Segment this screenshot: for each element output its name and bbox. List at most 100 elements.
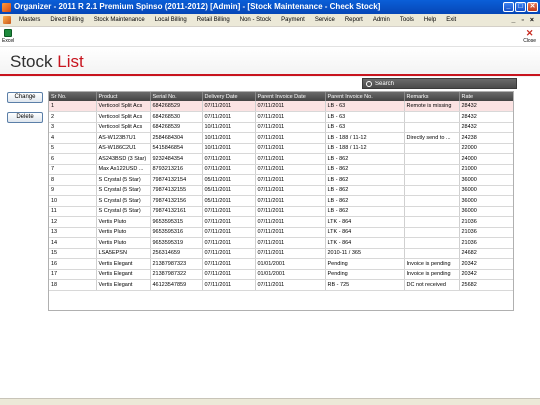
table-row[interactable]: 16 Vertis Elegant 21387987323 07/11/2011 01/… (49, 258, 513, 270)
table-cell (404, 111, 460, 123)
table-cell: 05/11/2011 (202, 195, 256, 207)
close-window-icon[interactable]: ✕ (527, 2, 538, 12)
table-cell: LSA5EPSN (96, 248, 151, 259)
column-header[interactable]: Parent Invoice No. (325, 92, 405, 101)
table-row[interactable]: 10 S Crystal (5 Star) 79874132156 05/11/201… (49, 195, 513, 207)
column-header[interactable]: Product (96, 92, 151, 101)
menu-admin[interactable]: Admin (368, 17, 395, 23)
menu-non-stock[interactable]: Non - Stock (235, 17, 276, 23)
table-cell: 1 (49, 101, 97, 112)
maximize-icon[interactable]: □ (515, 2, 526, 12)
table-cell: 2010-11 / 365 (325, 248, 405, 259)
table-cell: 05/11/2011 (202, 174, 256, 186)
menu-tools[interactable]: Tools (395, 17, 419, 23)
table-row[interactable]: 6 AS243BSD (3 Star) 9232484354 07/11/2011 07… (49, 153, 513, 165)
table-cell: LB - 188 / 11-12 (325, 132, 405, 144)
change-button[interactable]: Change (7, 92, 43, 103)
table-cell: Max As122USD ... (96, 164, 151, 175)
mdi-restore-icon[interactable]: ▫ (521, 17, 523, 24)
table-cell: LB - 862 (325, 174, 405, 186)
table-cell: 256314659 (150, 248, 203, 259)
table-row[interactable]: 14 Vertis Pluto 9653595319 07/11/2011 07/11/… (49, 237, 513, 249)
table-cell: LB - 63 (325, 122, 405, 133)
table-row[interactable]: 9S Crystal (5 Star) 79874132155 05/11/2011… (49, 185, 513, 196)
table-cell: 4 (49, 132, 97, 144)
table-cell: Vertis Pluto (96, 227, 151, 238)
table-row[interactable]: 15 LSA5EPSN 256314659 07/11/2011 07/11/2011 2… (49, 248, 513, 259)
table-cell: LB - 862 (325, 206, 405, 217)
table-cell (404, 248, 460, 259)
menu-direct-billing[interactable]: Direct Billing (45, 17, 88, 23)
table-row[interactable]: 17 Vertis Elegant 21387987322 07/11/2011 01/… (49, 269, 513, 280)
table-cell: 21036 (459, 216, 513, 228)
column-header[interactable]: Remarks (404, 92, 460, 101)
mdi-minimize-icon[interactable]: _ (512, 17, 516, 24)
table-row[interactable]: 12 Vertis Pluto 9653595315 07/11/2011 07/11/… (49, 216, 513, 228)
table-row[interactable]: 13 Vertis Pluto 9653595316 07/11/2011 07/11/… (49, 227, 513, 238)
table-cell (404, 206, 460, 217)
table-row[interactable]: 18 Vertis Elegant 46123547859 07/11/2011 07/… (49, 279, 513, 291)
mdi-close-icon[interactable]: × (530, 17, 534, 24)
table-cell: Verticool Split Acs (96, 101, 151, 112)
table-cell: 21036 (459, 237, 513, 249)
table-row[interactable]: 3 Verticool Split Acs 684268539 10/11/2011 0… (49, 122, 513, 133)
table-cell: 07/11/2011 (202, 153, 256, 165)
menu-local-billing[interactable]: Local Billing (150, 17, 192, 23)
minimize-icon[interactable]: _ (503, 2, 514, 12)
table-cell: 01/01/2001 (255, 258, 326, 270)
column-header[interactable]: Sr No. (49, 92, 97, 101)
table-row[interactable]: 2 Verticool Split Acs 684268530 07/11/2011 0… (49, 111, 513, 123)
table-row[interactable]: 11 S Crystal (5 Star) 79874132161 07/11/201… (49, 206, 513, 217)
table-cell: 79874132154 (150, 174, 203, 186)
document-icon[interactable] (3, 16, 11, 24)
menu-payment[interactable]: Payment (276, 17, 310, 23)
table-row[interactable]: 4 AS-W123B7U1 2584684304 10/11/2011 07/11/20… (49, 132, 513, 144)
table-cell: Vertis Pluto (96, 216, 151, 228)
table-cell: 9232484354 (150, 153, 203, 165)
menu-help[interactable]: Help (419, 17, 441, 23)
table-cell: 07/11/2011 (202, 269, 256, 280)
close-button[interactable]: ✕ Close (523, 29, 536, 45)
menu-retail-billing[interactable]: Retail Billing (192, 17, 235, 23)
table-cell: 20342 (459, 269, 513, 280)
table-cell: Verticool Split Acs (96, 122, 151, 133)
status-bar (0, 398, 540, 405)
excel-label: Excel (2, 38, 15, 44)
delete-button[interactable]: Delete (7, 112, 43, 123)
table-row[interactable]: 5 AS-W186C2U1 5415846854 10/11/2011 07/11/20… (49, 143, 513, 154)
column-header[interactable]: Rate (459, 92, 513, 101)
table-cell: 07/11/2011 (202, 164, 256, 175)
table-cell: Vertis Pluto (96, 237, 151, 249)
table-cell: 5415846854 (150, 143, 203, 154)
table-cell: 21036 (459, 227, 513, 238)
table-cell (404, 143, 460, 154)
menu-stock-maintenance[interactable]: Stock Maintenance (89, 17, 150, 23)
table-cell (404, 195, 460, 207)
table-cell: 14 (49, 237, 97, 249)
table-row[interactable]: 1 Verticool Split Acs 684268529 07/11/2011 0… (49, 101, 513, 112)
table-row[interactable]: 8S Crystal (5 Star) 79874132154 05/11/2011… (49, 174, 513, 186)
table-cell: 07/11/2011 (255, 132, 326, 144)
column-header[interactable]: Parent Invoice Date (255, 92, 326, 101)
column-header[interactable]: Serial No. (150, 92, 203, 101)
table-cell: 07/11/2011 (202, 227, 256, 238)
table-cell: 36000 (459, 185, 513, 196)
table-cell: 07/11/2011 (255, 195, 326, 207)
column-header[interactable]: Delivery Date (202, 92, 256, 101)
menu-service[interactable]: Service (310, 17, 340, 23)
menu-report[interactable]: Report (340, 17, 368, 23)
excel-button[interactable]: Excel (2, 29, 14, 44)
menu-masters[interactable]: Masters (14, 17, 45, 23)
table-cell: S Crystal (5 Star) (96, 206, 151, 217)
table-cell: 46123547859 (150, 279, 203, 291)
table-cell: 07/11/2011 (202, 111, 256, 123)
table-cell: AS-W123B7U1 (96, 132, 151, 144)
menu-exit[interactable]: Exit (441, 17, 461, 23)
table-row[interactable]: 7 Max As122USD ... 8793213216 07/11/2011 07/… (49, 164, 513, 175)
stock-table: Sr No. Product Serial No. Delivery Date Pare… (49, 92, 513, 291)
search-input[interactable] (375, 80, 515, 87)
table-cell: 684268539 (150, 122, 203, 133)
table-cell: 36000 (459, 195, 513, 207)
search-box (362, 78, 517, 89)
table-cell: Invoice is pending (404, 269, 460, 280)
